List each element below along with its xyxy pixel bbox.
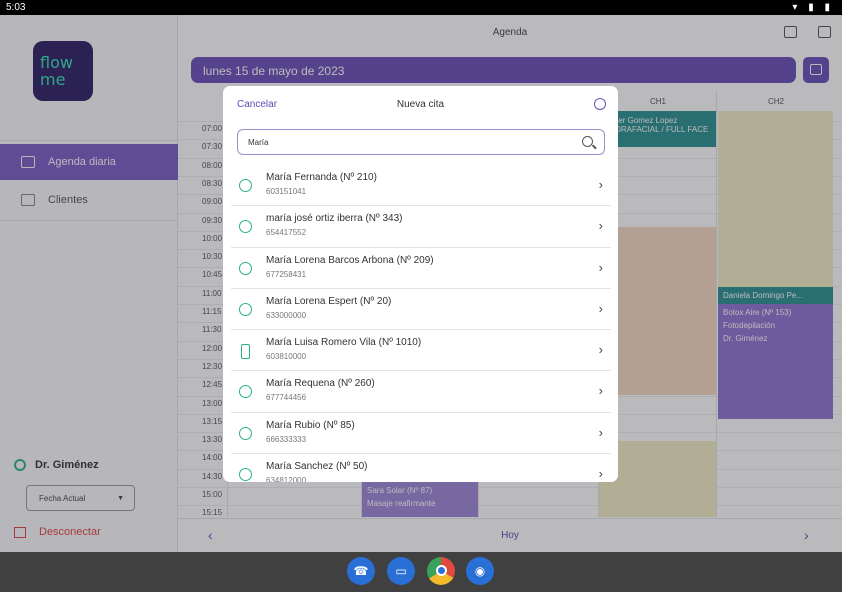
status-bar: 5:03 ▾ ▮ ▮ (0, 0, 842, 15)
patient-phone: 634812000 (266, 476, 307, 482)
chevron-right-icon: › (598, 218, 603, 234)
user-icon (239, 468, 252, 482)
user-icon (239, 261, 252, 275)
patient-phone: 654417552 (266, 228, 307, 238)
user-icon (239, 302, 252, 316)
user-icon (239, 385, 252, 399)
dialog-title: Nueva cita (396, 99, 445, 110)
chevron-right-icon: › (598, 424, 603, 440)
patient-name: María Lorena Espert (Nº 20) (266, 295, 392, 307)
patient-list-item[interactable]: María Requena (Nº 260) 677744456 › (231, 371, 611, 413)
user-icon (239, 179, 252, 192)
chevron-right-icon: › (598, 177, 603, 192)
patient-name: María Rubio (Nº 85) (266, 419, 355, 431)
add-user-icon[interactable] (594, 98, 606, 110)
patient-phone: 603151041 (266, 187, 307, 196)
patient-name: María Lorena Barcos Arbona (Nº 209) (266, 254, 434, 266)
patient-phone: 677258431 (266, 269, 307, 279)
patient-list: María Fernanda (Nº 210) 603151041 › maría j… (231, 165, 611, 482)
patient-name: María Requena (Nº 260) (266, 378, 375, 390)
patient-name: María Fernanda (Nº 210) (266, 172, 377, 183)
chevron-right-icon: › (598, 300, 603, 316)
messages-app-icon[interactable]: ▭ (387, 557, 415, 585)
patient-list-item[interactable]: María Fernanda (Nº 210) 603151041 › (231, 165, 611, 207)
patient-phone: 677744456 (266, 393, 307, 403)
user-icon (239, 220, 252, 234)
android-nav-bar: ☎ ▭ ◉ (0, 552, 842, 592)
chevron-right-icon: › (598, 383, 603, 399)
chevron-right-icon: › (598, 342, 603, 358)
phone-app-icon[interactable]: ☎ (347, 557, 375, 585)
patient-name: María Luisa Romero Vila (Nº 1010) (266, 337, 422, 349)
patient-list-item[interactable]: María Lorena Barcos Arbona (Nº 209) 67725… (231, 248, 611, 289)
patient-name: maría josé ortiz iberra (Nº 343) (266, 213, 403, 225)
camera-app-icon[interactable]: ◉ (466, 557, 494, 585)
search-icon[interactable] (582, 136, 593, 147)
patient-list-item[interactable]: maría josé ortiz iberra (Nº 343) 65441755… (231, 206, 611, 248)
chevron-right-icon: › (598, 466, 603, 482)
patient-phone: 603810000 (266, 352, 307, 362)
patient-phone: 666333333 (266, 434, 307, 444)
new-appointment-dialog: Cancelar Nueva cita María María Fernanda… (223, 86, 618, 482)
patient-list-item[interactable]: María Lorena Espert (Nº 20) 633000000 › (231, 289, 611, 331)
search-input[interactable]: María (237, 129, 605, 155)
phone-icon (241, 344, 250, 360)
user-icon (239, 426, 252, 440)
chevron-right-icon: › (598, 259, 603, 275)
patient-list-item[interactable]: María Rubio (Nº 85) 666333333 › (231, 413, 611, 455)
patient-phone: 633000000 (266, 310, 307, 320)
patient-name: María Sanchez (Nº 50) (266, 461, 368, 473)
status-time: 5:03 (6, 2, 26, 13)
patient-list-item[interactable]: María Sanchez (Nº 50) 634812000 › (231, 454, 611, 482)
search-value: María (248, 138, 269, 147)
status-icons: ▾ ▮ ▮ (792, 2, 834, 13)
patient-list-item[interactable]: María Luisa Romero Vila (Nº 1010) 6038100… (231, 330, 611, 372)
chrome-app-icon[interactable] (427, 557, 455, 585)
